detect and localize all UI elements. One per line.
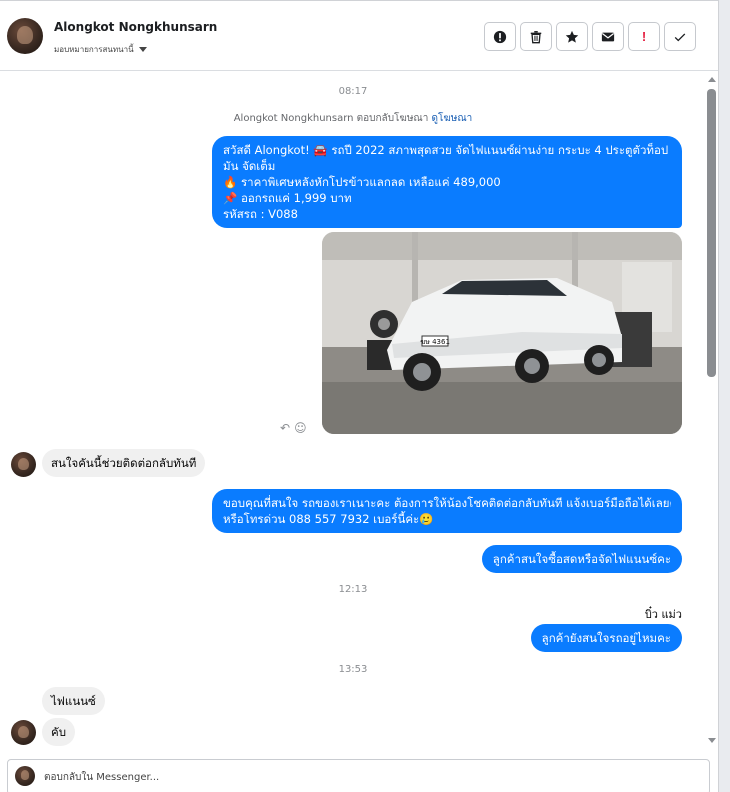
outgoing-message[interactable]: ลูกค้าสนใจซื้อสดหรือจัดไฟแนนซ์คะ	[481, 545, 682, 573]
incoming-message[interactable]: สนใจคันนี้ช่วยติดต่อกลับทันที	[42, 449, 206, 477]
mark-done-button[interactable]	[664, 22, 696, 51]
timestamp: 08:17	[338, 86, 368, 97]
scroll-down-arrow-icon[interactable]	[706, 736, 718, 746]
right-edge-strip	[719, 0, 730, 792]
promo-line: 📌 ออกรถแค่ 1,999 บาท	[223, 191, 352, 205]
delete-button[interactable]	[520, 22, 552, 51]
message-actions: ↶ ☺	[280, 421, 307, 435]
emoji-reaction-icon[interactable]: ☺	[294, 421, 307, 435]
checkmark-icon	[674, 32, 686, 41]
view-ad-link[interactable]: ดูโฆษณา	[432, 113, 473, 124]
mark-unread-button[interactable]	[592, 22, 624, 51]
reply-composer[interactable]	[7, 759, 710, 792]
ad-reply-note: Alongkot Nongkhunsarn ตอบกลับโฆษณา ดูโฆษ…	[0, 111, 706, 126]
promo-line: มัน จัดเต็ม	[223, 159, 276, 173]
reply-icon[interactable]: ↶	[280, 421, 290, 435]
contact-avatar-small	[11, 720, 36, 745]
contact-name[interactable]: Alongkot Nongkhunsarn	[54, 20, 217, 34]
promo-line: 🔥 ราคาพิเศษหลังหักโปรข้าวแลกลด เหลือแค่ …	[223, 175, 501, 189]
promo-line: สวัสดี Alongkot! 🚘 รถปี 2022 สภาพสุดสวย …	[223, 143, 671, 157]
envelope-icon	[601, 32, 615, 41]
alert-circle-icon	[493, 30, 507, 43]
follow-up-button[interactable]: !	[628, 22, 660, 51]
header-actions: !	[484, 22, 696, 51]
license-plate: ฆษ 4361	[420, 338, 450, 346]
contact-avatar[interactable]	[7, 18, 43, 54]
message-line: ขอบคุณที่สนใจ รถของเราเนาะคะ ต้องการให้น…	[223, 496, 671, 510]
outgoing-message[interactable]: ลูกค้ายังสนใจรถอยู่ไหมคะ	[530, 624, 682, 652]
outgoing-promo-message[interactable]: สวัสดี Alongkot! 🚘 รถปี 2022 สภาพสุดสวย …	[212, 136, 682, 228]
scrollbar-thumb[interactable]	[707, 89, 716, 377]
assign-label: มอบหมายการสนทนานี้	[54, 45, 134, 54]
incoming-message[interactable]: คับ	[42, 718, 75, 746]
assign-conversation-dropdown[interactable]: มอบหมายการสนทนานี้	[54, 43, 147, 56]
trash-icon	[530, 30, 542, 43]
scroll-up-arrow-icon[interactable]	[706, 74, 718, 84]
message-line: หรือโทรด่วน 088 557 7932 เบอร์นี้ค่ะ🥲	[223, 512, 434, 526]
car-photo[interactable]: ฆษ 4361	[322, 232, 682, 434]
reply-input[interactable]	[44, 766, 684, 788]
messenger-panel: Alongkot Nongkhunsarn มอบหมายการสนทนานี้…	[0, 0, 719, 792]
caret-down-icon	[138, 47, 147, 52]
conversation-header: Alongkot Nongkhunsarn มอบหมายการสนทนานี้…	[0, 1, 718, 71]
star-button[interactable]	[556, 22, 588, 51]
pickup-truck-image: ฆษ 4361	[322, 232, 682, 434]
contact-avatar-small	[11, 452, 36, 477]
timestamp: 13:53	[338, 664, 368, 675]
promo-line: รหัสรถ : V088	[223, 207, 298, 221]
timestamp: 12:13	[338, 584, 368, 595]
mark-spam-button[interactable]	[484, 22, 516, 51]
star-icon	[565, 30, 579, 43]
ad-reply-text: Alongkot Nongkhunsarn ตอบกลับโฆษณา	[233, 113, 429, 124]
incoming-message[interactable]: ไฟแนนซ์	[42, 687, 105, 715]
outgoing-message[interactable]: ขอบคุณที่สนใจ รถของเราเนาะคะ ต้องการให้น…	[212, 489, 682, 533]
page-avatar	[15, 766, 35, 786]
message-thread[interactable]: 08:17 Alongkot Nongkhunsarn ตอบกลับโฆษณา…	[0, 72, 706, 751]
exclamation-icon: !	[641, 29, 647, 44]
sender-name: บิ๋ว แม่ว	[644, 608, 682, 621]
